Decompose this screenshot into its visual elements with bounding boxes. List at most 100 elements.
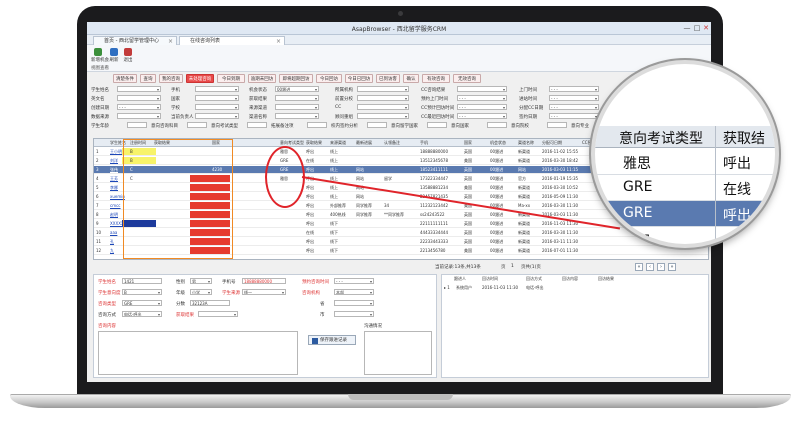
grid-header-cell[interactable]: 手机 [420, 140, 428, 146]
filter-field[interactable] [357, 86, 409, 92]
tab-home[interactable]: 首页 - 西北留学管理中心 × [93, 36, 177, 45]
tab-home-label: 首页 - 西北留学管理中心 [104, 38, 159, 44]
filter-field[interactable] [275, 113, 319, 119]
note-textarea[interactable] [364, 331, 432, 375]
grid-cell-ch: 新渠道 [518, 185, 530, 190]
filter-field[interactable]: - - - [117, 104, 161, 110]
filter-field[interactable]: - - - [549, 95, 599, 101]
filter-field[interactable]: 00跟进 [275, 86, 319, 92]
grid-cell-note: 34 [384, 203, 390, 208]
exit-button[interactable]: 退出 [121, 48, 135, 63]
filter-field[interactable]: - - - [549, 113, 599, 119]
followup-row-marker: ▸ 1 [444, 285, 450, 290]
grid-cell-d1: 2016-03-30 18:42 [542, 158, 579, 163]
filter-label: 意向咨询科目 [151, 124, 178, 129]
prev-page-button[interactable]: ‹ [646, 263, 654, 271]
grid-cell-num: 7 [96, 203, 99, 208]
close-window-button[interactable]: ✕ [702, 24, 710, 32]
filter-label: 国家 [171, 97, 180, 102]
name-field[interactable]: 1421 [122, 278, 162, 284]
filter-field[interactable] [117, 95, 161, 101]
province-select[interactable] [334, 300, 374, 306]
query-button[interactable]: 逾期未回访 [248, 74, 276, 83]
query-button[interactable]: 今日回访 [316, 74, 342, 83]
grid-header-cell[interactable]: 分配可日期 [542, 140, 562, 146]
filter-field[interactable] [357, 113, 409, 119]
filter-field[interactable] [457, 86, 507, 92]
method-select[interactable]: 电话-呼出 [122, 311, 162, 317]
magnifier-header-kind: 意向考试类型 [619, 131, 703, 147]
grid-cell-res: 呼出 [306, 221, 314, 226]
query-button[interactable]: 无效咨询 [453, 74, 481, 83]
maximize-button[interactable]: □ [693, 24, 701, 32]
query-button[interactable]: 有效咨询 [422, 74, 450, 83]
filter-field[interactable] [187, 122, 207, 128]
content-label: 咨询内容 [98, 324, 116, 329]
grid-cell-phone: 22111111111 [420, 221, 448, 226]
filter-field[interactable] [275, 104, 319, 110]
filter-field[interactable] [275, 95, 319, 101]
query-button[interactable]: 未处理咨询 [186, 74, 214, 83]
query-button[interactable]: 今日已回访 [345, 74, 373, 83]
grid-cell-cty: 英国 [464, 239, 472, 244]
branch-select[interactable]: 本部 [334, 289, 374, 295]
filter-field[interactable]: - - - [457, 104, 507, 110]
channel-select[interactable]: 线一 [242, 289, 286, 295]
grid-header-cell[interactable]: 最新进展 [356, 140, 372, 146]
filter-field[interactable]: - - - [457, 95, 507, 101]
filter-field[interactable] [117, 86, 161, 92]
level-select[interactable]: B [122, 289, 162, 295]
filter-field[interactable]: - - - [549, 86, 599, 92]
followup-header: 回访内容 [562, 276, 578, 281]
filter-field[interactable] [195, 104, 239, 110]
query-button[interactable]: 已到访客 [376, 74, 400, 83]
filter-field[interactable] [357, 104, 409, 110]
score-field[interactable]: 32123A [190, 300, 230, 306]
consult-time-field[interactable]: - - - [334, 278, 374, 284]
city-select[interactable] [334, 311, 374, 317]
filter-field[interactable]: - - - [457, 113, 507, 119]
grid-cell-prog: 网站 [356, 176, 364, 181]
save-followup-button[interactable]: 保存跟进记录 [308, 335, 356, 345]
filter-field[interactable] [195, 86, 239, 92]
next-page-button[interactable]: › [657, 263, 665, 271]
grid-header-cell[interactable]: 获取结果 [306, 140, 322, 146]
result-select[interactable] [198, 311, 238, 317]
query-button[interactable]: 确认 [403, 74, 419, 83]
grade-select[interactable]: 小学 [190, 289, 212, 295]
filter-field[interactable] [127, 122, 147, 128]
filter-field[interactable] [307, 122, 327, 128]
query-button[interactable]: 我的咨询 [159, 74, 183, 83]
query-button[interactable]: 今日到期 [217, 74, 245, 83]
grid-header-cell[interactable]: 国家 [464, 140, 472, 146]
filter-field[interactable] [357, 95, 409, 101]
filter-field[interactable] [195, 95, 239, 101]
phone-field[interactable]: 18888880000 [242, 278, 286, 284]
first-page-button[interactable]: « [635, 263, 643, 271]
new-opportunity-button[interactable]: 新增机会 [91, 48, 109, 63]
refresh-button[interactable]: 刷新 [107, 48, 121, 63]
content-textarea[interactable] [98, 331, 298, 375]
grid-cell-ch: 新渠道 [518, 248, 530, 253]
query-button[interactable]: 清楚条件 [113, 74, 137, 83]
filter-field[interactable] [487, 122, 507, 128]
grid-header-cell[interactable]: 来源渠道 [330, 140, 346, 146]
filter-field[interactable] [195, 113, 239, 119]
filter-field[interactable]: - - - [549, 104, 599, 110]
filter-field[interactable] [117, 113, 161, 119]
tab-consult-list[interactable]: 在线咨询列表 × [179, 36, 285, 45]
filter-field[interactable] [427, 122, 447, 128]
last-page-button[interactable]: » [668, 263, 676, 271]
filter-field[interactable] [367, 122, 387, 128]
grid-header-cell[interactable]: 渠道名称 [518, 140, 534, 146]
exam-select[interactable]: GRE [122, 300, 162, 306]
gender-select[interactable]: 男 [190, 278, 212, 284]
filter-field[interactable] [547, 122, 567, 128]
minimize-button[interactable]: — [683, 24, 691, 32]
query-button[interactable]: 查询 [140, 74, 156, 83]
filter-field[interactable] [247, 122, 267, 128]
grid-header-cell[interactable]: 机会状态 [490, 140, 506, 146]
filter-label: 当前负责人 [171, 115, 194, 120]
grid-header-cell[interactable]: 认领备注 [384, 140, 400, 146]
query-button[interactable]: 即将超期回访 [279, 74, 313, 83]
